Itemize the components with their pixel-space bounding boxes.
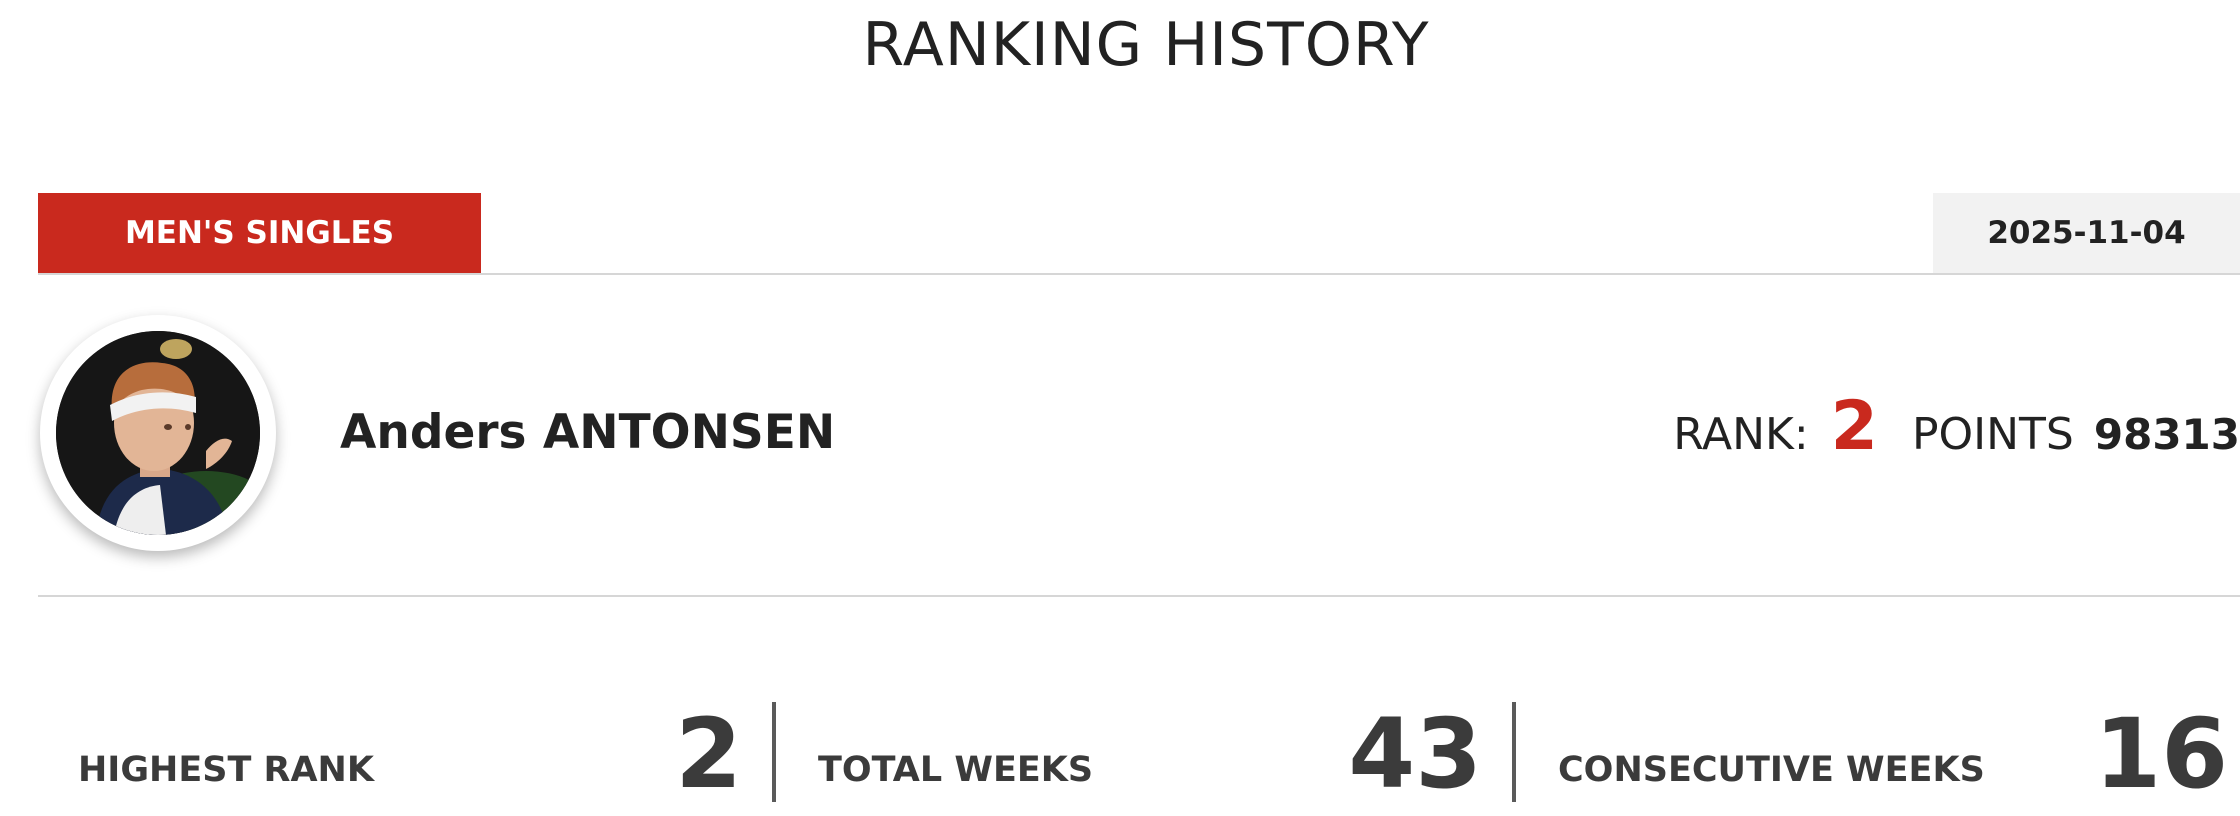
stat-label: TOTAL WEEKS [818,750,1094,790]
player-photo [56,331,260,535]
stat-value: 16 [2094,698,2228,810]
rank-label: RANK: [1673,409,1809,460]
stat-highest-rank: HIGHEST RANK 2 [0,700,760,802]
stat-consecutive-weeks: CONSECUTIVE WEEKS 16 [1520,700,2228,802]
points-label: POINTS [1912,409,2074,460]
ranking-history-page: RANKING HISTORY MEN'S SINGLES 2025-11-04 [0,0,2240,816]
stat-value: 2 [675,698,742,810]
stat-divider [1512,702,1516,802]
stats-row: HIGHEST RANK 2 TOTAL WEEKS 43 CONSECUTIV… [0,700,2240,810]
stat-label: HIGHEST RANK [78,750,374,790]
stat-divider [772,702,776,802]
avatar[interactable] [40,315,276,551]
points-value: 98313 [2093,410,2240,459]
page-title: RANKING HISTORY [862,10,1430,80]
tab-mens-singles[interactable]: MEN'S SINGLES [38,193,481,273]
player-row: Anders ANTONSEN RANK: 2 POINTS 98313 [38,275,2240,597]
stat-total-weeks: TOTAL WEEKS 43 [780,700,1488,802]
player-name[interactable]: Anders ANTONSEN [340,405,835,460]
rank-points-summary: RANK: 2 POINTS 98313 [1673,387,2240,466]
ranking-tab-bar: MEN'S SINGLES 2025-11-04 [38,193,2240,275]
stat-label: CONSECUTIVE WEEKS [1558,750,1985,790]
rank-value: 2 [1830,387,1878,466]
stat-value: 43 [1348,698,1482,810]
ranking-date-selector[interactable]: 2025-11-04 [1933,193,2240,273]
